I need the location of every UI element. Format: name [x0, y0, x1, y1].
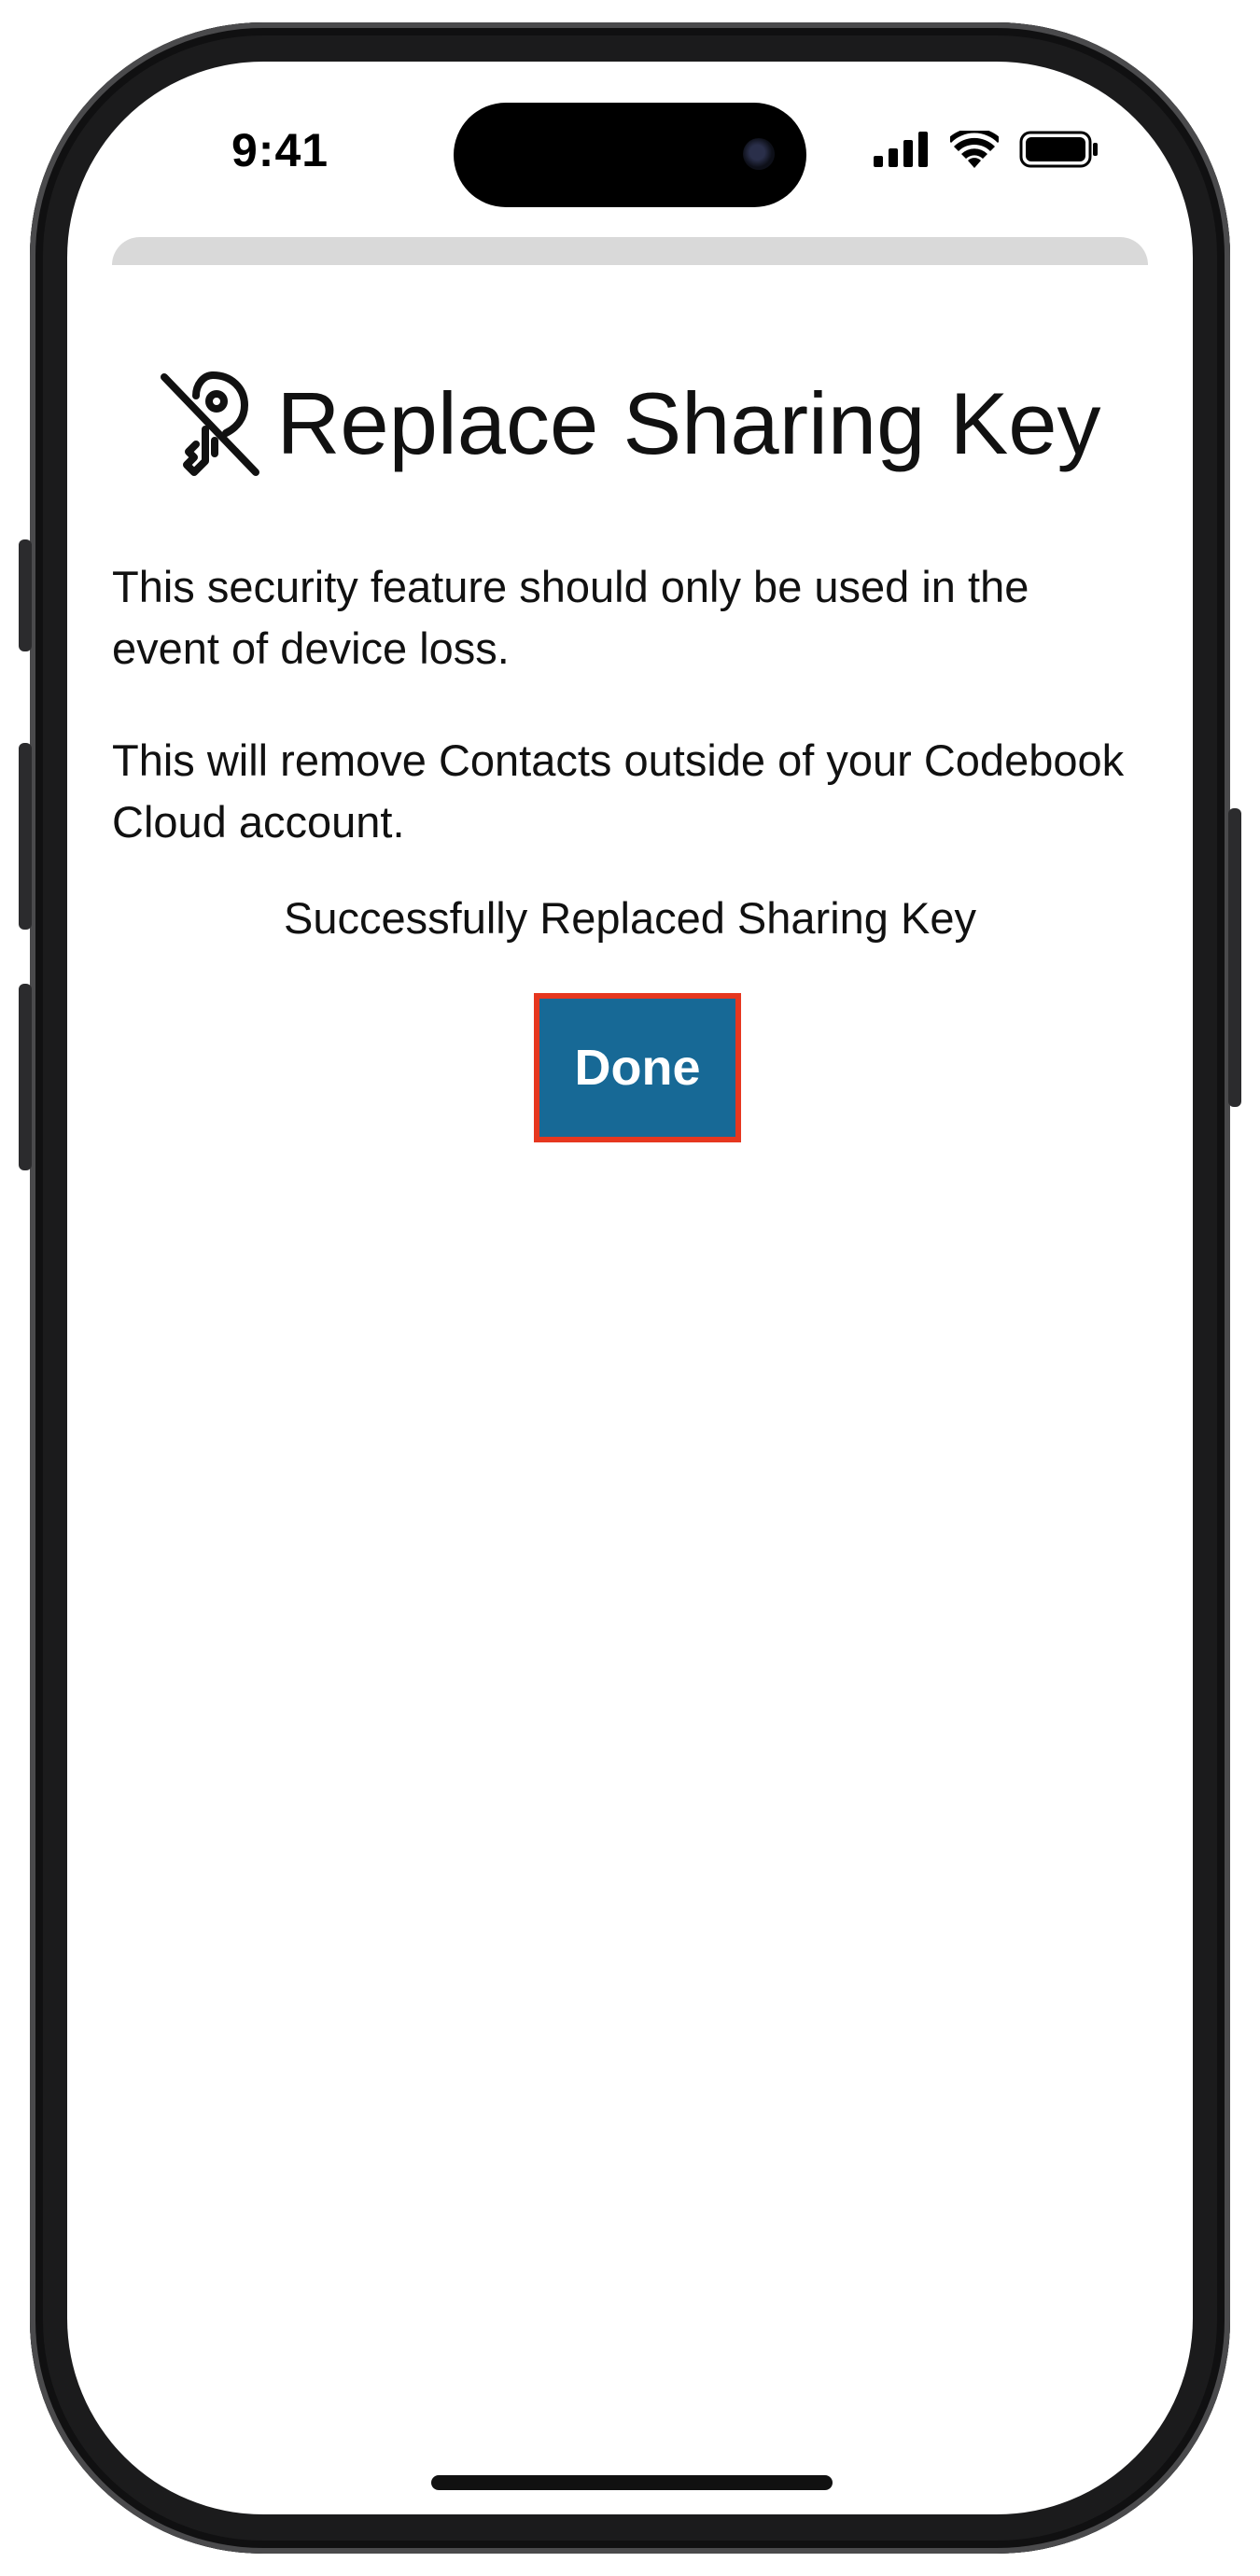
volume-up-button	[19, 743, 32, 930]
key-slash-icon	[161, 371, 260, 476]
contacts-removal-text: This will remove Contacts outside of you…	[112, 735, 1125, 847]
status-time: 9:41	[231, 124, 329, 176]
home-indicator[interactable]	[431, 2475, 833, 2490]
cellular-signal-icon	[874, 132, 928, 167]
success-message: Successfully Replaced Sharing Key	[284, 893, 976, 943]
dynamic-island	[454, 103, 806, 207]
done-button[interactable]: Done	[534, 993, 741, 1142]
volume-down-button	[19, 984, 32, 1170]
sheet-top-bar	[112, 237, 1148, 265]
status-bar: 9:41	[67, 62, 1193, 220]
title-row: Replace Sharing Key	[112, 368, 1148, 480]
action-button	[19, 539, 32, 651]
page-title: Replace Sharing Key	[276, 374, 1101, 472]
wifi-icon	[950, 131, 999, 168]
power-button	[1228, 808, 1241, 1107]
battery-icon	[1019, 131, 1098, 168]
app-screen: 9:41 Replace Sharing Key This security f…	[67, 62, 1193, 2514]
front-camera	[743, 138, 775, 170]
status-icons	[874, 131, 1099, 168]
device-mockup: 9:41 Replace Sharing Key This security f…	[0, 0, 1260, 2576]
security-warning-text: This security feature should only be use…	[112, 562, 1029, 673]
